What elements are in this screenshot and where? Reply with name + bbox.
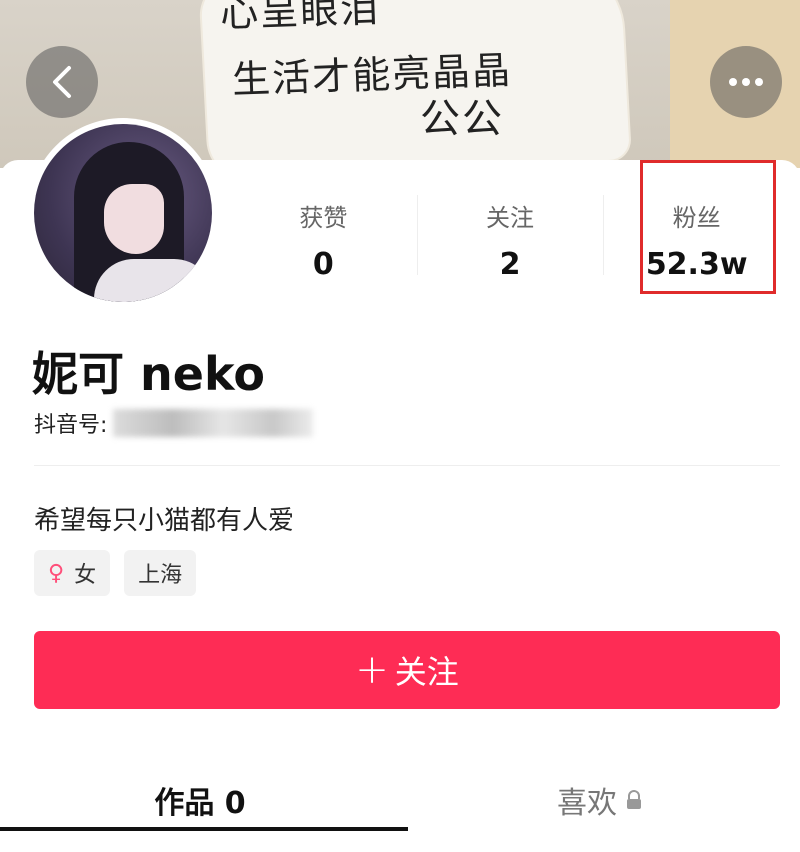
divider [34, 465, 780, 466]
cover-text-line-1: 心呈眼泪 [219, 0, 381, 36]
tag-location-label: 上海 [138, 563, 183, 588]
account-id-label: 抖音号: [34, 413, 108, 438]
account-id: 抖音号: [34, 407, 314, 439]
avatar[interactable] [28, 118, 218, 308]
plus-icon: + [355, 647, 389, 693]
profile-name: 妮可 neko [32, 347, 265, 401]
stat-following-value: 2 [499, 247, 521, 282]
tag-gender: ♀ 女 [34, 550, 111, 596]
female-icon: ♀ [48, 560, 65, 586]
active-tab-underline [0, 827, 408, 831]
profile-bio: 希望每只小猫都有人爱 [34, 506, 295, 536]
more-button[interactable] [710, 46, 782, 118]
account-id-blurred [113, 409, 314, 437]
stat-likes[interactable]: 获赞 0 [230, 185, 417, 295]
cover-text-line-3: 公公 [420, 96, 504, 142]
tab-works-label: 作品 0 [154, 786, 246, 821]
stat-likes-label: 获赞 [299, 204, 348, 232]
back-button[interactable] [26, 46, 98, 118]
stat-following[interactable]: 关注 2 [416, 185, 604, 295]
followers-highlight-box [640, 160, 776, 294]
avatar-image [34, 124, 212, 302]
tag-gender-label: 女 [74, 563, 97, 588]
stat-following-label: 关注 [486, 204, 534, 232]
follow-button[interactable]: + 关注 [34, 631, 780, 709]
profile-tags: ♀ 女 上海 [34, 550, 197, 596]
tab-likes-label: 喜欢 [557, 786, 617, 821]
tab-likes[interactable]: 喜欢 [400, 760, 800, 840]
tag-location: 上海 [124, 550, 197, 596]
follow-button-label: 关注 [394, 653, 459, 691]
chevron-left-icon [53, 66, 71, 98]
lock-icon [627, 790, 641, 809]
more-dots-icon [729, 78, 763, 86]
stat-likes-value: 0 [312, 247, 334, 282]
